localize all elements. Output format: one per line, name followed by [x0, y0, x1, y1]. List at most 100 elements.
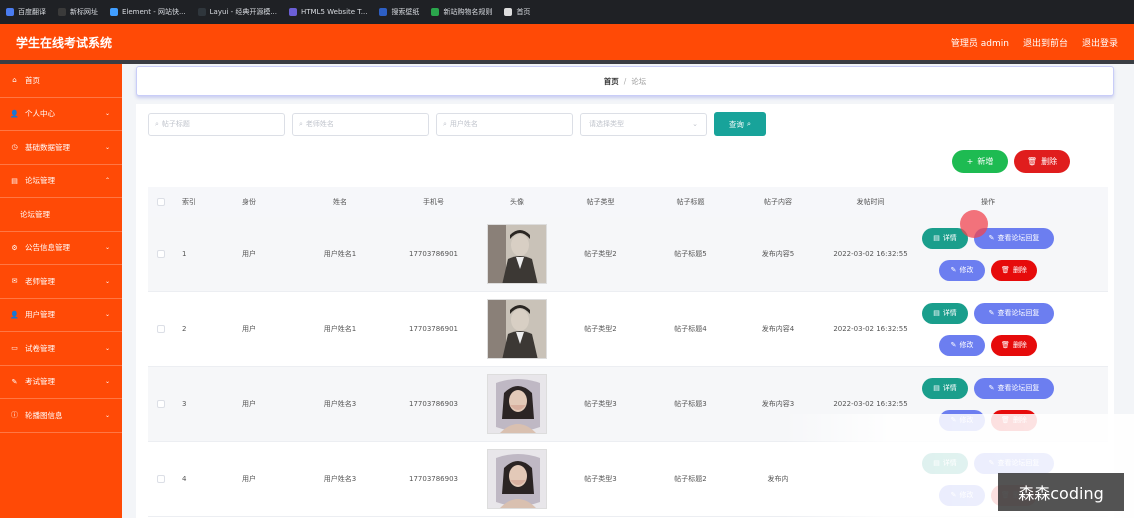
batch-delete-button[interactable]: 🗑 删除 — [1014, 150, 1070, 173]
bookmark-item[interactable]: Element - 网站快... — [110, 7, 186, 17]
user-icon: 👤 — [10, 310, 19, 319]
cell-index: 1 — [182, 250, 187, 258]
search-row: ⌕ 帖子标题 ⌕ 老师姓名 ⌕ 用户姓名 请选择类型 ⌄ 查询 ⌕ — [148, 112, 766, 136]
delete-button[interactable]: 🗑删除 — [991, 334, 1037, 356]
column-header: 帖子类型 — [586, 198, 615, 206]
chevron-icon: ⌄ — [104, 110, 110, 118]
select-all-checkbox-cell — [148, 198, 174, 206]
logout-link[interactable]: 退出登录 — [1082, 36, 1118, 49]
cell-time: 2022-03-02 16:32:55 — [833, 399, 908, 408]
edit-button[interactable]: ✎修改 — [939, 334, 985, 356]
cursor-highlight — [960, 210, 988, 238]
view-replies-button[interactable]: ✎查看论坛回复 — [974, 302, 1054, 324]
detail-button[interactable]: ▤详情 — [922, 377, 968, 399]
bookmark-label: 新站购物名规则 — [443, 8, 493, 16]
cell-content: 发布内容4 — [761, 325, 795, 333]
edit-button[interactable]: ✎修改 — [939, 259, 985, 281]
chevron-icon: ⌄ — [104, 143, 110, 151]
sidebar: ⌂ 首页 👤 个人中心 ⌄ ◷ 基础数据管理 ⌄ ▤ 论坛管理 ⌃ 论坛管理 ⚙ 公告信息管理 ⌄ ✉ 老师管理… — [0, 64, 122, 518]
column-header: 身份 — [242, 198, 256, 206]
row-checkbox[interactable] — [157, 400, 165, 408]
cell-title: 帖子标题2 — [674, 475, 707, 483]
row-checkbox-cell — [148, 475, 174, 483]
sidebar-item[interactable]: ▭ 试卷管理 ⌄ — [0, 332, 122, 366]
sidebar-item[interactable]: ⚙ 公告信息管理 ⌄ — [0, 232, 122, 265]
delete-button[interactable]: 🗑删除 — [991, 259, 1037, 281]
breadcrumb: 首页 / 论坛 — [136, 66, 1114, 96]
sidebar-item[interactable]: ✎ 考试管理 ⌄ — [0, 366, 122, 399]
row-checkbox[interactable] — [157, 250, 165, 258]
avatar-cell — [481, 299, 553, 359]
row-actions: ▤详情✎查看论坛回复✎修改🗑删除 — [918, 227, 1058, 281]
bookmarks-bar: 百度翻译 新标网址 Element - 网站快... Layui - 经典开源模...… — [0, 0, 1134, 24]
breadcrumb-home[interactable]: 首页 — [604, 76, 619, 87]
bookmark-icon — [431, 8, 440, 16]
clock-icon: ◷ — [11, 143, 18, 152]
bookmark-item[interactable]: 首页 — [504, 7, 530, 17]
bookmark-item[interactable]: 新站购物名规则 — [431, 7, 492, 17]
column-header: 帖子内容 — [764, 198, 792, 206]
edit-icon: ✎ — [950, 266, 957, 274]
bookmark-item[interactable]: Layui - 经典开源模... — [197, 7, 278, 17]
cell-index: 2 — [182, 325, 187, 333]
view-replies-button-label: 查看论坛回复 — [997, 309, 1040, 317]
bookmark-item[interactable]: 搜索壁纸 — [379, 7, 419, 17]
sidebar-item[interactable]: ⌂ 首页 — [0, 64, 122, 98]
detail-button-label: 详情 — [942, 384, 957, 392]
table-row: 2 用户 用户姓名1 17703786901 帖子类型2 帖子标题4 发布内容4 2022-0… — [148, 292, 1108, 367]
column-header: 头像 — [510, 198, 524, 206]
edit-icon: ✎ — [988, 384, 995, 392]
cell-identity: 用户 — [242, 475, 256, 483]
column-header: 姓名 — [333, 198, 347, 206]
add-button[interactable]: + 新增 — [952, 150, 1008, 173]
row-checkbox[interactable] — [157, 475, 165, 483]
top-header: 学生在线考试系统 管理员 admin 退出到前台 退出登录 — [0, 24, 1134, 64]
user-icon: 👤 — [10, 109, 19, 118]
cell-index: 4 — [182, 475, 187, 483]
post-title-placeholder: 帖子标题 — [161, 120, 190, 128]
detail-button[interactable]: ▤详情 — [922, 302, 968, 324]
sidebar-subitem-forum[interactable]: 论坛管理 — [0, 198, 122, 232]
avatar-cell — [481, 449, 553, 509]
type-select-placeholder: 请选择类型 — [589, 120, 624, 128]
sidebar-item[interactable]: 👤 用户管理 ⌄ — [0, 299, 122, 332]
bookmark-label: Layui - 经典开源模... — [209, 8, 278, 16]
user-name-search-input[interactable]: ⌕ 用户姓名 — [436, 112, 573, 136]
gear-icon: ⚙ — [11, 243, 18, 252]
teacher-name-search-input[interactable]: ⌕ 老师姓名 — [292, 112, 429, 136]
row-checkbox-cell — [148, 250, 174, 258]
query-button[interactable]: 查询 ⌕ — [714, 112, 766, 136]
view-replies-button-label: 查看论坛回复 — [997, 384, 1040, 392]
cell-name: 用户姓名3 — [323, 400, 357, 408]
bookmark-icon — [6, 8, 14, 16]
sidebar-item[interactable]: 👤 个人中心 ⌄ — [0, 98, 122, 131]
type-select[interactable]: 请选择类型 ⌄ — [580, 112, 707, 136]
exit-to-frontend-link[interactable]: 退出到前台 — [1023, 36, 1068, 49]
sidebar-item-label: 基础数据管理 — [25, 142, 70, 152]
column-header: 帖子标题 — [676, 198, 705, 206]
sidebar-item[interactable]: ◷ 基础数据管理 ⌄ — [0, 131, 122, 165]
sidebar-item[interactable]: ✉ 老师管理 ⌄ — [0, 265, 122, 299]
sidebar-item[interactable]: ⓘ 轮播图信息 ⌄ — [0, 399, 122, 433]
post-title-search-input[interactable]: ⌕ 帖子标题 — [148, 112, 285, 136]
bookmark-icon — [58, 8, 66, 16]
avatar-cell — [481, 224, 553, 284]
detail-button-label: 详情 — [942, 234, 957, 242]
search-icon: ⌕ — [443, 119, 447, 128]
search-icon: ⌕ — [746, 119, 752, 128]
bookmark-label: Element - 网站快... — [122, 8, 186, 16]
view-replies-button[interactable]: ✎查看论坛回复 — [974, 377, 1054, 399]
user-name-placeholder: 用户姓名 — [449, 120, 478, 128]
edit-button-label: 修改 — [959, 266, 974, 274]
bookmark-item[interactable]: HTML5 Website T... — [289, 8, 367, 16]
chevron-icon: ⌄ — [104, 378, 110, 386]
avatar — [487, 374, 547, 434]
select-all-checkbox[interactable] — [157, 198, 165, 206]
bookmark-item[interactable]: 新标网址 — [58, 7, 98, 17]
cell-name: 用户姓名1 — [323, 250, 357, 258]
document-icon: ▤ — [933, 309, 940, 317]
sidebar-item[interactable]: ▤ 论坛管理 ⌃ — [0, 165, 122, 198]
bookmark-item[interactable]: 百度翻译 — [6, 7, 46, 17]
row-checkbox[interactable] — [157, 325, 165, 333]
bookmark-icon — [504, 8, 513, 16]
